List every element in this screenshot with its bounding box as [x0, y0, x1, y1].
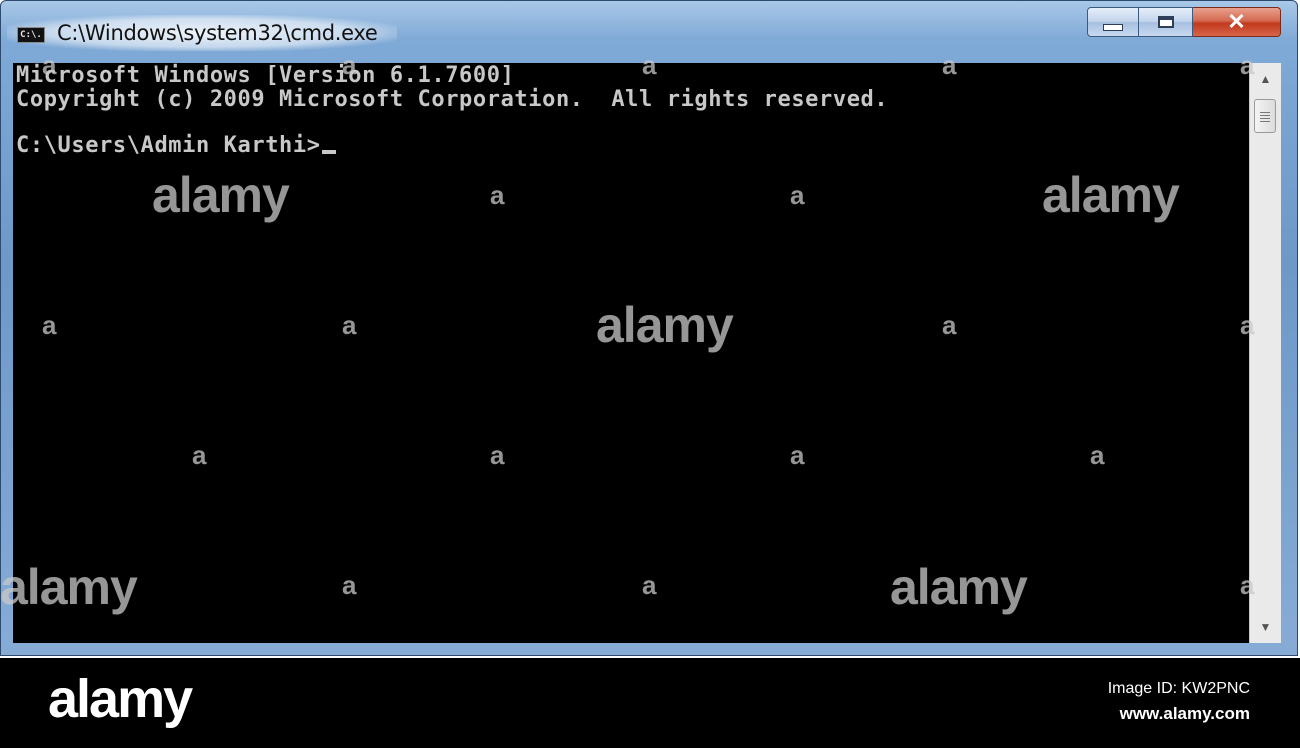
watermark: a [42, 50, 57, 80]
watermark: alamy [0, 559, 138, 615]
chevron-up-icon: ▲ [1259, 72, 1272, 86]
chevron-down-icon: ▼ [1259, 620, 1272, 634]
thumb-grip [1260, 121, 1270, 122]
watermark: a [942, 310, 957, 340]
watermark: a [790, 440, 805, 470]
console-line: Microsoft Windows [Version 6.1.7600] [16, 63, 515, 88]
watermark: a [942, 50, 957, 80]
watermark: a [192, 440, 207, 470]
console-line: Copyright (c) 2009 Microsoft Corporation… [16, 87, 889, 112]
stock-footer: alamy Image ID: KW2PNC www.alamy.com [0, 658, 1300, 748]
watermark: alamy [890, 559, 1028, 615]
scroll-up-button[interactable]: ▲ [1250, 65, 1281, 93]
watermark: a [642, 50, 657, 80]
watermark: a [490, 440, 505, 470]
close-icon: ✕ [1227, 9, 1246, 34]
watermark: a [342, 570, 357, 600]
watermark: alamy [596, 297, 734, 353]
watermark: a [342, 310, 357, 340]
alamy-logo: alamy [48, 669, 193, 729]
watermark: alamy [1042, 167, 1180, 223]
maximize-button[interactable] [1139, 7, 1193, 37]
text-cursor [321, 150, 336, 154]
caption-buttons: ✕ [1087, 7, 1281, 39]
scroll-thumb[interactable] [1254, 99, 1276, 133]
thumb-grip [1260, 115, 1270, 116]
window-title: C:\Windows\system32\cmd.exe [57, 21, 378, 45]
scroll-down-button[interactable]: ▼ [1250, 613, 1281, 641]
watermark: a [342, 50, 357, 80]
watermark: a [1090, 440, 1105, 470]
cmd-app-icon[interactable]: C:\. [17, 27, 45, 43]
watermark: a [642, 570, 657, 600]
watermark: alamy [152, 167, 290, 223]
close-button[interactable]: ✕ [1193, 7, 1281, 37]
watermark: a [1240, 310, 1255, 340]
watermark: a [1240, 50, 1255, 80]
watermark: a [42, 310, 57, 340]
footer-url: www.alamy.com [1119, 704, 1250, 723]
image-id: Image ID: KW2PNC [1107, 680, 1250, 697]
watermark: a [1240, 570, 1255, 600]
thumb-grip [1260, 118, 1270, 119]
minimize-button[interactable] [1087, 7, 1139, 37]
minimize-icon [1103, 23, 1123, 31]
thumb-grip [1260, 112, 1270, 113]
watermark: a [490, 180, 505, 210]
prompt-text: C:\Users\Admin Karthi> [16, 133, 321, 158]
command-prompt[interactable]: C:\Users\Admin Karthi> [16, 133, 336, 158]
maximize-icon [1157, 16, 1174, 28]
watermark: a [790, 180, 805, 210]
vertical-scrollbar[interactable]: ▲ ▼ [1249, 63, 1281, 643]
